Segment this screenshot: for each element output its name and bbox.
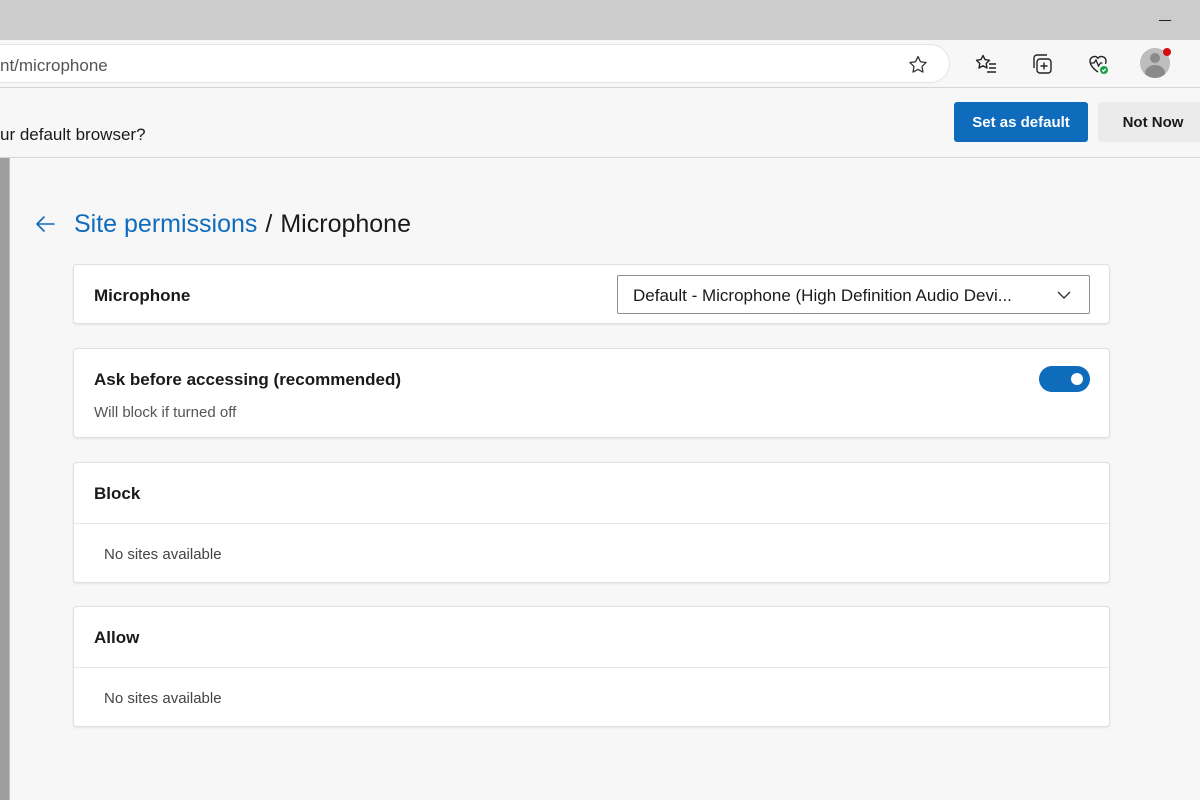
toggle-knob xyxy=(1071,373,1083,385)
breadcrumb-site-permissions-link[interactable]: Site permissions xyxy=(74,210,257,239)
divider xyxy=(74,523,1109,524)
page-title: Microphone xyxy=(280,209,411,238)
allow-empty-message: No sites available xyxy=(104,690,222,707)
avatar-body xyxy=(1145,65,1165,78)
favorites-icon[interactable] xyxy=(972,50,1000,78)
divider xyxy=(74,667,1109,668)
set-as-default-button[interactable]: Set as default xyxy=(954,102,1088,142)
ask-before-accessing-toggle[interactable] xyxy=(1039,366,1090,392)
browser-toolbar: nt/microphone xyxy=(0,40,1200,88)
window-titlebar xyxy=(0,0,1200,40)
avatar-head xyxy=(1150,53,1160,63)
ask-before-accessing-description: Will block if turned off xyxy=(94,404,237,421)
notification-dot xyxy=(1163,48,1171,56)
microphone-device-select[interactable]: Default - Microphone (High Definition Au… xyxy=(617,275,1090,314)
minimize-button[interactable] xyxy=(1156,12,1174,28)
breadcrumb-separator: / xyxy=(265,209,273,238)
page-header: Site permissions / Microphone xyxy=(30,206,411,242)
chevron-down-icon xyxy=(1055,286,1073,304)
infobar-message: ur default browser? xyxy=(0,125,146,144)
selected-device-value: Default - Microphone (High Definition Au… xyxy=(633,286,1012,305)
block-empty-message: No sites available xyxy=(104,546,222,563)
left-edge-scroll-area xyxy=(0,158,10,800)
ask-before-accessing-label: Ask before accessing (recommended) xyxy=(94,370,402,389)
allow-list-card: Allow No sites available xyxy=(73,606,1110,727)
microphone-label: Microphone xyxy=(94,286,191,305)
favorite-star-icon[interactable] xyxy=(904,53,932,77)
back-arrow-icon[interactable] xyxy=(30,209,60,239)
ask-before-accessing-card: Ask before accessing (recommended) Will … xyxy=(73,348,1110,438)
allow-section-title: Allow xyxy=(94,628,140,647)
collections-icon[interactable] xyxy=(1028,50,1056,78)
browser-essentials-icon[interactable] xyxy=(1084,50,1112,78)
microphone-device-card: Microphone Default - Microphone (High De… xyxy=(73,264,1110,324)
not-now-button[interactable]: Not Now xyxy=(1098,102,1200,142)
address-bar-url[interactable]: nt/microphone xyxy=(0,56,108,76)
block-list-card: Block No sites available xyxy=(73,462,1110,583)
block-section-title: Block xyxy=(94,484,141,503)
default-browser-infobar: ur default browser? Set as default Not N… xyxy=(0,88,1200,158)
address-bar[interactable]: nt/microphone xyxy=(0,44,950,83)
